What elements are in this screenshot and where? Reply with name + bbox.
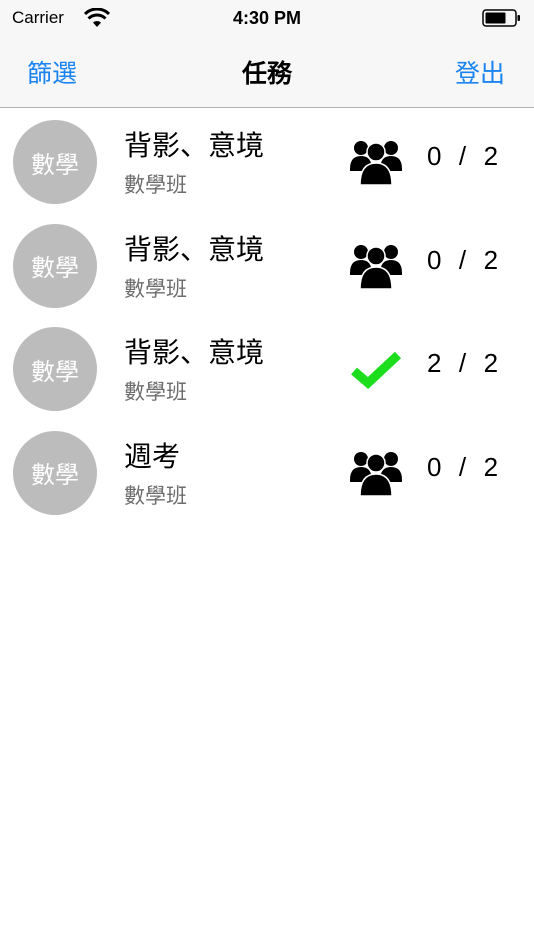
subject-avatar: 數學	[13, 120, 97, 204]
task-class: 數學班	[124, 276, 187, 301]
task-class: 數學班	[124, 380, 187, 404]
page-title: 任務	[241, 59, 292, 88]
battery-icon	[482, 9, 520, 27]
progress-count: 2 / 2	[427, 348, 500, 378]
task-class: 數學班	[124, 483, 187, 508]
task-list: 數學 背影、意境 數學班 0 / 2 數學 背影、意境 數學班 0 / 2 數學…	[0, 108, 534, 522]
subject-avatar: 數學	[13, 223, 97, 308]
subject-avatar: 數學	[13, 327, 97, 411]
check-icon	[351, 351, 402, 390]
group-icon	[350, 451, 402, 497]
task-class: 數學班	[124, 173, 187, 197]
task-row[interactable]: 數學 背影、意境 數學班 0 / 2	[0, 108, 534, 212]
group-icon	[350, 244, 402, 290]
task-title: 週考	[124, 439, 181, 473]
group-icon	[350, 141, 402, 186]
task-title: 背影、意境	[124, 232, 265, 266]
task-title: 背影、意境	[124, 336, 265, 369]
progress-count: 0 / 2	[427, 141, 500, 171]
clock: 4:30 PM	[232, 8, 302, 28]
task-row[interactable]: 數學 週考 數學班 0 / 2	[0, 419, 534, 523]
status-bar: Carrier 4:30 PM	[0, 0, 534, 38]
logout-button[interactable]: 登出	[455, 54, 505, 90]
task-title: 背影、意境	[124, 129, 265, 162]
progress-count: 0 / 2	[427, 451, 500, 482]
task-row[interactable]: 數學 背影、意境 數學班 0 / 2	[0, 212, 534, 316]
progress-count: 0 / 2	[427, 244, 500, 275]
navigation-bar: 篩選 任務 登出	[0, 38, 534, 108]
task-row[interactable]: 數學 背影、意境 數學班 2 / 2	[0, 315, 534, 419]
subject-avatar: 數學	[13, 430, 97, 515]
